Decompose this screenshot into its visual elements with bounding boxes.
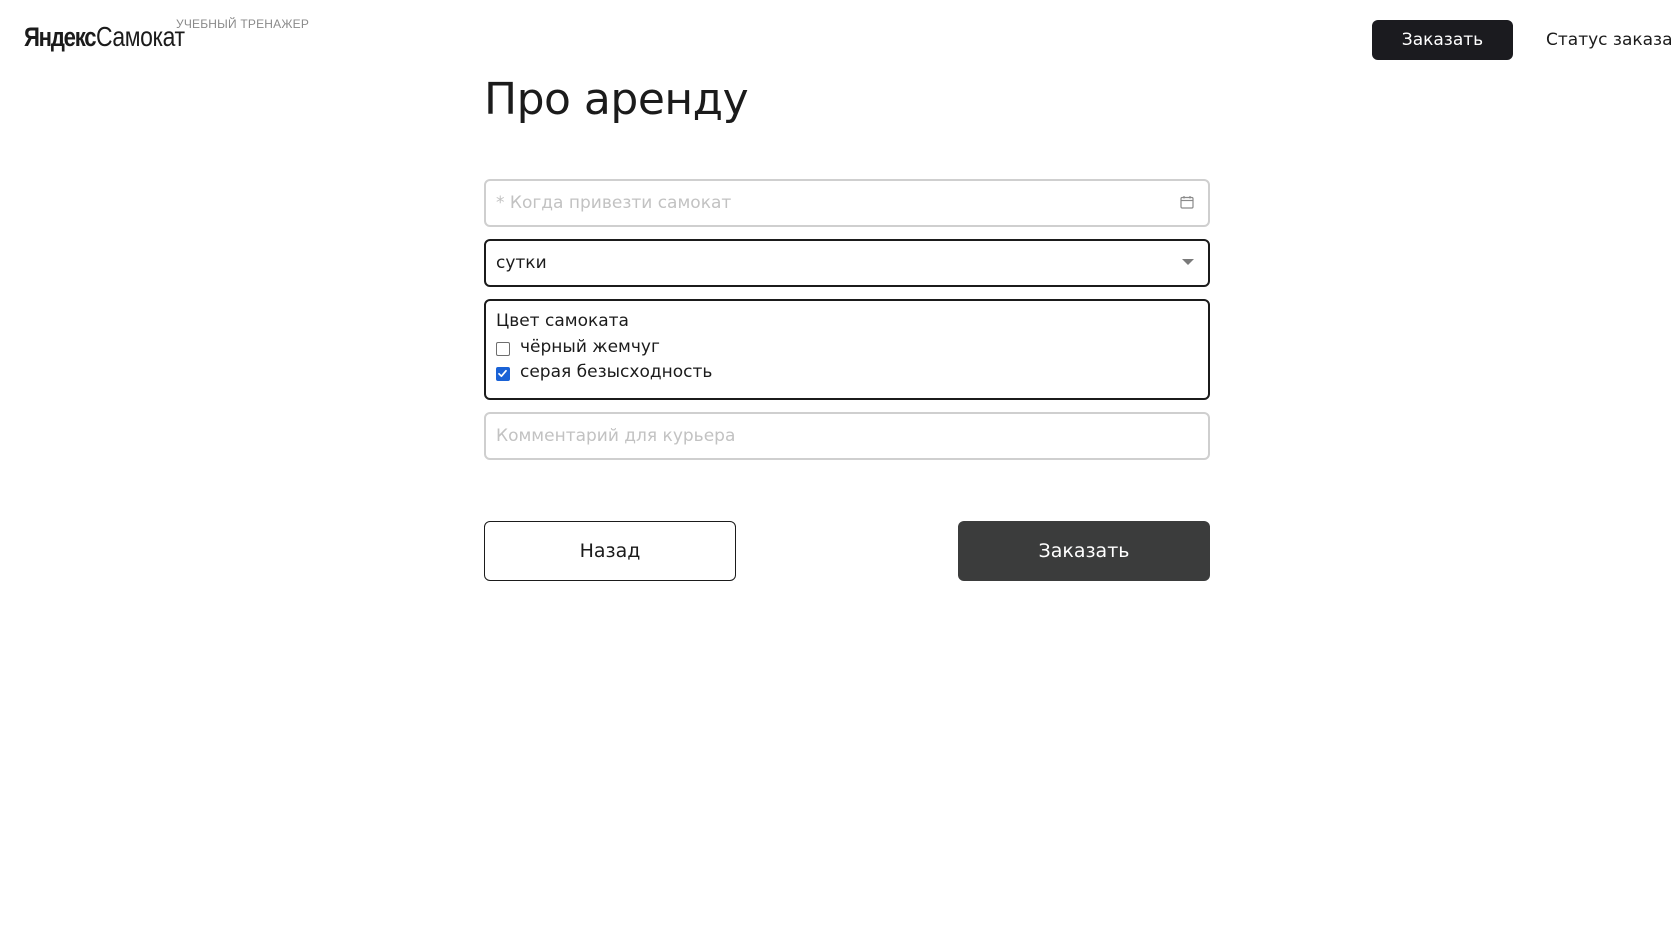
chevron-down-icon xyxy=(1182,259,1194,265)
rental-period-value: сутки xyxy=(496,253,547,273)
page-title: Про аренду xyxy=(484,74,749,125)
courier-comment-field[interactable]: Комментарий для курьера xyxy=(484,412,1210,460)
checkmark-icon xyxy=(498,369,507,378)
logo-yandex: Яндекс xyxy=(24,22,97,52)
back-button[interactable]: Назад xyxy=(484,521,736,581)
scooter-color-title: Цвет самоката xyxy=(496,311,629,331)
color-option-label: серая безысходность xyxy=(520,362,713,382)
header-order-button[interactable]: Заказать xyxy=(1372,20,1513,60)
scooter-color-group: Цвет самоката чёрный жемчуг серая безысх… xyxy=(484,299,1210,400)
checkbox-grey-hopelessness[interactable] xyxy=(496,367,510,381)
order-button[interactable]: Заказать xyxy=(958,521,1210,581)
calendar-icon[interactable] xyxy=(1180,195,1194,209)
header: Яндекс Самокат УЧЕБНЫЙ ТРЕНАЖЕР Заказать… xyxy=(0,0,1680,80)
delivery-date-field[interactable]: * Когда привезти самокат xyxy=(484,179,1210,227)
checkbox-black-pearl[interactable] xyxy=(496,342,510,356)
rental-period-select[interactable]: сутки xyxy=(484,239,1210,287)
delivery-date-placeholder: * Когда привезти самокат xyxy=(496,193,732,213)
logo[interactable]: Яндекс Самокат УЧЕБНЫЙ ТРЕНАЖЕР xyxy=(24,17,309,52)
color-option-black-pearl[interactable]: чёрный жемчуг xyxy=(496,337,660,357)
logo-samokat: Самокат xyxy=(96,21,185,52)
color-option-label: чёрный жемчуг xyxy=(520,337,660,357)
courier-comment-placeholder: Комментарий для курьера xyxy=(496,426,736,446)
order-status-link[interactable]: Статус заказа xyxy=(1546,20,1673,60)
logo-subtitle: УЧЕБНЫЙ ТРЕНАЖЕР xyxy=(176,17,310,31)
color-option-grey-hopelessness[interactable]: серая безысходность xyxy=(496,362,712,382)
